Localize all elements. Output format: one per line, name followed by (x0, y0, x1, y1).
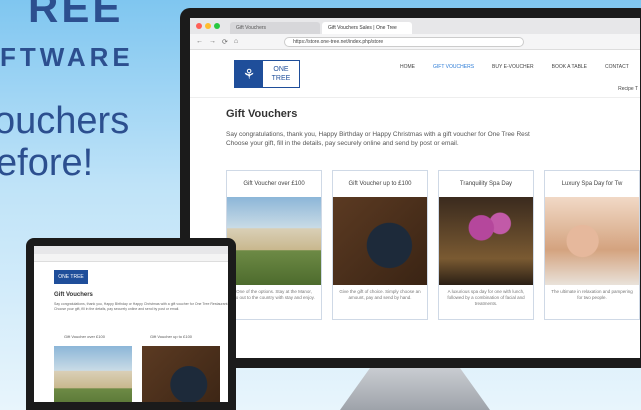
nav-contact[interactable]: CONTACT (605, 64, 629, 70)
voucher-card[interactable]: Tranquility Spa Day A luxurious spa day … (438, 170, 534, 320)
site-nav: HOME GIFT VOUCHERS BUY E-VOUCHER BOOK A … (400, 64, 629, 70)
spa-orchid-image (439, 197, 533, 285)
laptop-gift-box-image[interactable] (142, 346, 220, 402)
browser-tab-bar: Gift Vouchers Gift Vouchers Sales | One … (190, 18, 640, 34)
browser-tab-2[interactable]: Gift Vouchers Sales | One Tree (322, 22, 412, 34)
voucher-cards: Gift Voucher over £100 One of the option… (226, 170, 640, 320)
laptop-card-title: Gift Voucher over £100 (64, 334, 105, 339)
tagline-line-1: ouchers (0, 100, 130, 142)
page-title: Gift Vouchers (226, 108, 298, 120)
card-description: One of the options. Stay at the Manor, g… (233, 289, 315, 300)
window-controls (196, 23, 220, 29)
intro-line-1: Say congratulations, thank you, Happy Bi… (226, 131, 530, 138)
gift-box-image (333, 197, 427, 285)
back-arrow-icon[interactable]: ← (196, 38, 203, 45)
logo-text-line-1: ONE (273, 66, 289, 73)
card-description: A luxurious spa day for one with lunch, … (447, 289, 525, 306)
site-header: ⚘ ONE TREE HOME GIFT VOUCHERS BUY E-VOUC… (190, 50, 640, 98)
nav-book-a-table[interactable]: BOOK A TABLE (552, 64, 587, 70)
massage-image (545, 197, 639, 285)
card-title: Gift Voucher up to £100 (348, 181, 412, 187)
brand-name: REE (28, 0, 124, 31)
brand-subtitle: FTWARE (0, 42, 134, 72)
card-title: Tranquility Spa Day (459, 181, 513, 187)
tree-logo-icon: ⚘ (235, 61, 263, 87)
nav-gift-vouchers[interactable]: GIFT VOUCHERS (433, 64, 474, 70)
laptop-intro-text: Say congratulations, thank you, Happy Bi… (54, 302, 228, 311)
logo-text-line-2: TREE (271, 75, 291, 82)
voucher-card[interactable]: Gift Voucher up to £100 Give the gift of… (332, 170, 428, 320)
laptop-device: ONE TREE Gift Vouchers Say congratulatio… (26, 238, 236, 410)
card-description: The ultimate in relaxation and pampering… (551, 289, 633, 300)
minimize-window-button[interactable] (205, 23, 211, 29)
maximize-window-button[interactable] (214, 23, 220, 29)
laptop-tab-bar (34, 246, 228, 254)
monitor-stand (340, 368, 490, 410)
nav-buy-e-voucher[interactable]: BUY E-VOUCHER (492, 64, 534, 70)
laptop-page-title: Gift Vouchers (54, 292, 93, 298)
laptop-card-title: Gift Voucher up to £100 (150, 334, 193, 339)
manor-house-image (227, 197, 321, 285)
intro-line-2: Choose your gift, fill in the details, p… (226, 140, 459, 147)
site-logo[interactable]: ⚘ ONE TREE (234, 60, 300, 88)
laptop-manor-image[interactable] (54, 346, 132, 402)
voucher-card[interactable]: Gift Voucher over £100 One of the option… (226, 170, 322, 320)
forward-arrow-icon[interactable]: → (209, 38, 216, 45)
home-icon[interactable]: ⌂ (234, 38, 238, 45)
close-window-button[interactable] (196, 23, 202, 29)
nav-home[interactable]: HOME (400, 64, 415, 70)
voucher-card[interactable]: Luxury Spa Day for Tw The ultimate in re… (544, 170, 640, 320)
browser-tab-1[interactable]: Gift Vouchers (230, 22, 320, 34)
desktop-monitor: Gift Vouchers Gift Vouchers Sales | One … (180, 8, 641, 368)
logo-text: ONE TREE (263, 61, 299, 87)
tagline-line-2: efore! (0, 142, 94, 184)
url-field[interactable]: https://store.one-tree.net/index.php/sto… (284, 36, 525, 47)
nav-recipe-link[interactable]: Recipe T (618, 86, 638, 92)
laptop-screen: ONE TREE Gift Vouchers Say congratulatio… (34, 246, 228, 402)
monitor-screen: Gift Vouchers Gift Vouchers Sales | One … (190, 18, 640, 358)
card-title: Luxury Spa Day for Tw (561, 181, 623, 187)
laptop-address-bar[interactable] (34, 254, 228, 262)
laptop-site-logo[interactable]: ONE TREE (54, 270, 88, 284)
reload-icon[interactable]: ⟳ (222, 38, 228, 46)
address-bar-row: ← → ⟳ ⌂ https://store.one-tree.net/index… (190, 34, 640, 50)
card-title: Gift Voucher over £100 (243, 181, 305, 187)
page-content: Gift Vouchers Say congratulations, thank… (190, 98, 640, 320)
card-description: Give the gift of choice. Simply choose a… (339, 289, 421, 300)
